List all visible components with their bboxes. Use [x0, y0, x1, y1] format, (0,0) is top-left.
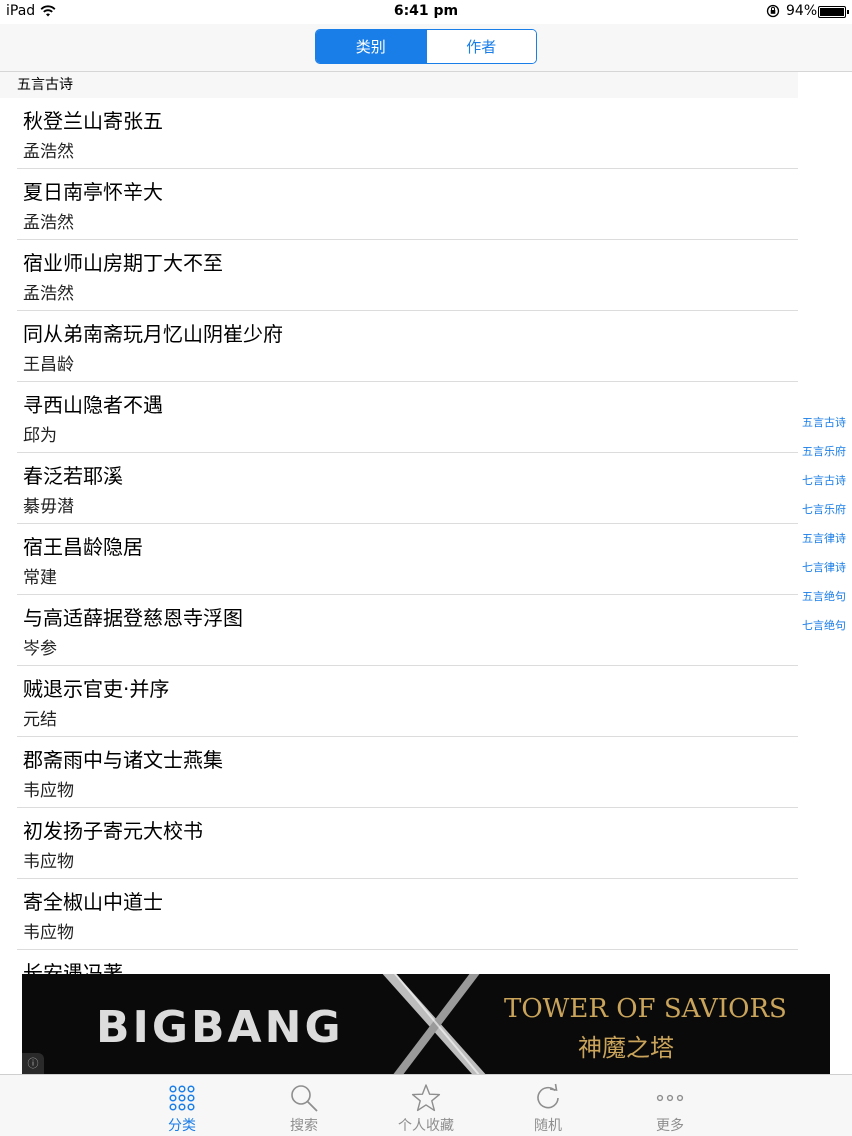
poem-title: 寄全椒山中道士 — [23, 890, 163, 914]
section-index-item[interactable]: 七言乐府 — [796, 495, 852, 524]
poem-author: 孟浩然 — [23, 213, 74, 233]
list-item[interactable]: 夏日南亭怀辛大孟浩然 — [0, 169, 798, 240]
poem-author: 岑参 — [23, 639, 57, 659]
tab-favorites[interactable]: 个人收藏 — [366, 1075, 486, 1136]
poem-title: 同从弟南斋玩月忆山阴崔少府 — [23, 322, 283, 346]
poem-author: 常建 — [23, 568, 57, 588]
tab-search[interactable]: 搜索 — [244, 1075, 364, 1136]
ad-chinese-title-text: 神魔之塔 — [578, 1034, 674, 1062]
poem-title: 与高适薛据登慈恩寺浮图 — [23, 606, 243, 630]
segmented-control: 类别 作者 — [315, 29, 537, 64]
ad-info-icon[interactable]: ⓘ — [22, 1053, 44, 1074]
more-icon — [656, 1094, 684, 1102]
app-root: iPad 6:41 pm 94% 类别 作者 五言古诗 秋登兰山寄张五 孟浩然 夏日… — [0, 0, 852, 1136]
tab-bar: 分类 搜索 个人收藏 随机 更多 — [0, 1074, 852, 1136]
poem-list[interactable]: 秋登兰山寄张五 孟浩然 夏日南亭怀辛大 孟浩然 宿业师山房期丁大不至 孟浩然 同从弟南斋玩月… — [0, 98, 798, 974]
poem-author: 王昌龄 — [23, 355, 74, 375]
refresh-icon — [537, 1083, 559, 1109]
poem-author: 韦应物 — [23, 781, 74, 801]
section-index-item[interactable]: 七言古诗 — [796, 466, 852, 495]
poem-author: 韦应物 — [23, 852, 74, 872]
star-icon — [411, 1084, 441, 1112]
segment-author[interactable]: 作者 — [425, 30, 536, 63]
tab-label: 个人收藏 — [398, 1118, 454, 1134]
poem-title: 宿王昌龄隐居 — [23, 535, 143, 559]
status-bar: iPad 6:41 pm 94% — [0, 0, 852, 24]
clock: 6:41 pm — [393, 3, 459, 19]
section-index[interactable]: 五言古诗 五言乐府 七言古诗 七言乐府 五言律诗 七言律诗 五言绝句 七言绝句 — [796, 408, 852, 640]
poem-author: 韦应物 — [23, 923, 74, 943]
tab-label: 分类 — [168, 1118, 196, 1134]
list-item[interactable]: 寄全椒山中道士韦应物 — [0, 879, 798, 950]
poem-title: 寻西山隐者不遇 — [23, 393, 163, 417]
list-item[interactable]: 贼退示官吏·并序元结 — [0, 666, 798, 737]
segment-category[interactable]: 类别 — [316, 30, 426, 63]
poem-author: 邱为 — [23, 426, 57, 446]
poem-author: 綦毋潜 — [23, 497, 74, 517]
section-header: 五言古诗 — [0, 72, 798, 98]
list-item[interactable]: 同从弟南斋玩月忆山阴崔少府王昌龄 — [0, 311, 798, 382]
poem-title: 贼退示官吏·并序 — [23, 677, 170, 701]
list-item[interactable]: 宿业师山房期丁大不至孟浩然 — [0, 240, 798, 311]
list-item[interactable]: 寻西山隐者不遇 邱为 — [0, 382, 798, 453]
ad-banner[interactable]: BIGBANG TOWER OF SAVIORS 神魔之塔 — [22, 974, 830, 1074]
battery-icon — [818, 6, 849, 18]
ad-x-graphic — [382, 974, 486, 1074]
poem-title: 秋登兰山寄张五 — [23, 109, 163, 133]
list-item[interactable]: 郡斋雨中与诸文士燕集韦应物 — [0, 737, 798, 808]
tab-label: 搜索 — [290, 1118, 318, 1134]
section-index-item[interactable]: 七言律诗 — [796, 553, 852, 582]
poem-title: 初发扬子寄元大校书 — [23, 819, 203, 843]
poem-title: 春泛若耶溪 — [23, 464, 123, 488]
list-item[interactable]: 春泛若耶溪 綦毋潜 — [0, 453, 798, 524]
tab-category[interactable]: 分类 — [122, 1075, 242, 1136]
poem-title: 长安遇冯著 — [23, 961, 123, 974]
tab-label: 随机 — [534, 1118, 562, 1134]
poem-author: 孟浩然 — [23, 284, 74, 304]
list-item[interactable]: 长安遇冯著 — [0, 950, 798, 974]
poem-title: 夏日南亭怀辛大 — [23, 180, 163, 204]
poem-author: 元结 — [23, 710, 57, 730]
tab-random[interactable]: 随机 — [488, 1075, 608, 1136]
list-item[interactable]: 初发扬子寄元大校书韦应物 — [0, 808, 798, 879]
section-index-item[interactable]: 七言绝句 — [796, 611, 852, 640]
section-index-item[interactable]: 五言律诗 — [796, 524, 852, 553]
battery-percent: 94% — [786, 3, 818, 19]
tab-label: 更多 — [656, 1118, 684, 1134]
rotation-lock-icon — [766, 4, 780, 18]
ad-tower-of-saviors-text: TOWER OF SAVIORS — [504, 994, 787, 1024]
list-item[interactable]: 秋登兰山寄张五孟浩然 — [0, 98, 798, 169]
navigation-bar: 类别 作者 — [0, 24, 852, 72]
section-index-item[interactable]: 五言乐府 — [796, 437, 852, 466]
section-index-item[interactable]: 五言古诗 — [796, 408, 852, 437]
list-item[interactable]: 宿王昌龄隐居 常建 — [0, 524, 798, 595]
poem-author: 孟浩然 — [23, 142, 74, 162]
search-icon — [291, 1085, 318, 1112]
section-index-item[interactable]: 五言绝句 — [796, 582, 852, 611]
grid-icon — [169, 1085, 195, 1111]
tab-more[interactable]: 更多 — [610, 1075, 730, 1136]
ad-bigbang-text: BIGBANG — [96, 1002, 344, 1053]
poem-title: 宿业师山房期丁大不至 — [23, 251, 223, 275]
poem-title: 郡斋雨中与诸文士燕集 — [23, 748, 223, 772]
list-item[interactable]: 与高适薛据登慈恩寺浮图岑参 — [0, 595, 798, 666]
